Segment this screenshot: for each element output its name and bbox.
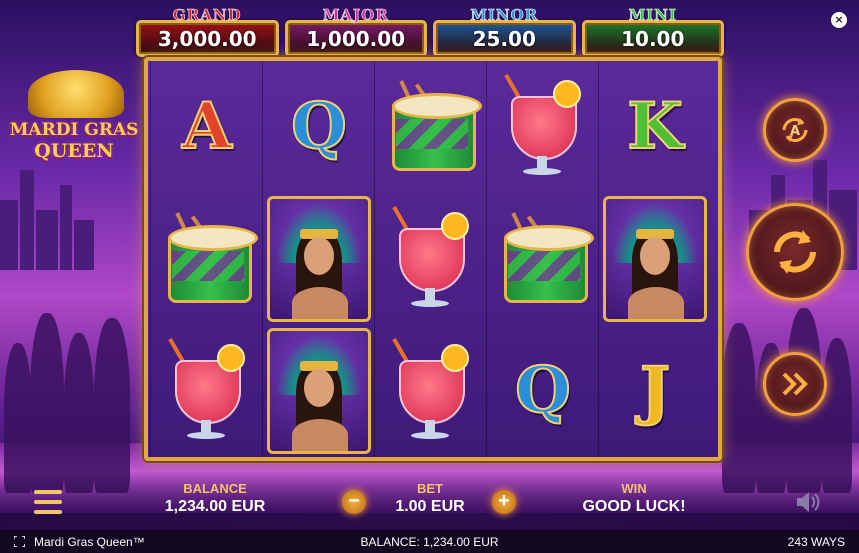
close-button[interactable]: ×	[831, 12, 847, 28]
symbol-queen	[267, 196, 371, 322]
svg-text:A: A	[790, 124, 800, 139]
reel-cell: J	[599, 325, 711, 457]
symbol-cocktail	[167, 336, 247, 446]
jackpot-box: 1,000.00	[284, 20, 427, 57]
jackpot-minor: 25.00 MINOR	[433, 6, 576, 57]
balance-value: 1,234.00 EUR	[164, 498, 266, 515]
jackpot-value: 1,000.00	[306, 26, 406, 51]
crowd-silhouette-left	[0, 303, 145, 493]
bet-value: 1.00 EUR	[395, 498, 465, 515]
footer-balance: BALANCE: 1,234.00 EUR	[360, 535, 499, 549]
reel-cell: Q	[487, 325, 599, 457]
win-label: WIN	[621, 481, 647, 496]
jackpot-value: 25.00	[472, 26, 536, 51]
jackpot-bar: 3,000.00 GRAND 1,000.00 MAJOR 25.00 MINO…	[136, 6, 724, 57]
symbol-cocktail	[391, 204, 471, 314]
reel-column: Q	[262, 61, 375, 457]
bet-display: BET 1.00 EUR	[382, 481, 478, 516]
reel-cell	[487, 193, 599, 325]
gold-coins-pot	[28, 70, 124, 118]
footer-bar: Mardi Gras Queen™ BALANCE: 1,234.00 EUR …	[0, 530, 859, 553]
menu-icon	[34, 490, 62, 494]
symbol-q: Q	[514, 353, 572, 428]
jackpot-grand: 3,000.00 GRAND	[136, 6, 279, 57]
bet-label: BET	[417, 481, 443, 496]
bet-decrease-button[interactable]: −	[342, 490, 366, 514]
reel-column: Q	[486, 61, 599, 457]
bet-increase-button[interactable]: +	[492, 490, 516, 514]
reel-cell	[375, 193, 487, 325]
reel-cell: Q	[263, 61, 375, 193]
jackpot-value: 3,000.00	[157, 26, 257, 51]
symbol-queen	[267, 328, 371, 454]
reel-grid: AQQKJ	[144, 57, 722, 461]
jackpot-value: 10.00	[621, 26, 685, 51]
logo-title-line1: MARDI GRAS	[9, 120, 139, 140]
spin-button[interactable]	[746, 203, 844, 301]
jackpot-label: MAJOR	[322, 6, 389, 25]
symbol-q: Q	[290, 89, 348, 164]
turbo-button[interactable]	[763, 352, 827, 416]
autoplay-button[interactable]: A	[763, 98, 827, 162]
symbol-j: J	[639, 353, 671, 428]
symbol-cocktail	[503, 72, 583, 182]
symbol-drum	[162, 211, 258, 307]
reel-column: A	[150, 61, 263, 457]
logo-title-line2: QUEEN	[34, 140, 114, 162]
spin-icon	[774, 230, 816, 274]
symbol-a: A	[181, 89, 233, 164]
reel-cell: K	[599, 61, 711, 193]
menu-button[interactable]	[34, 490, 62, 514]
jackpot-box: 3,000.00	[136, 20, 279, 57]
reel-cell	[263, 325, 375, 457]
autoplay-icon: A	[782, 118, 808, 142]
reel-cell	[375, 325, 487, 457]
reel-cell	[487, 61, 599, 193]
symbol-queen	[603, 196, 707, 322]
symbol-cocktail	[391, 336, 471, 446]
reel-cell	[599, 193, 711, 325]
balance-label: BALANCE	[183, 481, 247, 496]
reel-column	[374, 61, 487, 457]
win-display: WIN GOOD LUCK!	[574, 481, 694, 516]
win-value: GOOD LUCK!	[582, 498, 686, 515]
speaker-icon	[797, 492, 820, 512]
reel-cell	[151, 193, 263, 325]
jackpot-label: GRAND	[172, 6, 242, 25]
reel-cell: A	[151, 61, 263, 193]
reel-cell	[151, 325, 263, 457]
jackpot-major: 1,000.00 MAJOR	[284, 6, 427, 57]
game-logo: MARDI GRAS QUEEN	[8, 70, 140, 182]
sound-button[interactable]	[795, 490, 821, 514]
balance-display: BALANCE 1,234.00 EUR	[150, 481, 280, 516]
jackpot-label: MINI	[628, 6, 677, 25]
jackpot-box: 10.00	[581, 20, 724, 57]
jackpot-mini: 10.00 MINI	[581, 6, 724, 57]
footer-ways: 243 WAYS	[787, 535, 845, 549]
turbo-icon	[782, 372, 808, 396]
symbol-drum	[498, 211, 594, 307]
jackpot-box: 25.00	[433, 20, 576, 57]
symbol-drum	[386, 79, 482, 175]
reel-cell	[263, 193, 375, 325]
reel-cell	[375, 61, 487, 193]
jackpot-label: MINOR	[470, 6, 539, 25]
symbol-k: K	[626, 89, 684, 164]
reel-column: KJ	[598, 61, 711, 457]
